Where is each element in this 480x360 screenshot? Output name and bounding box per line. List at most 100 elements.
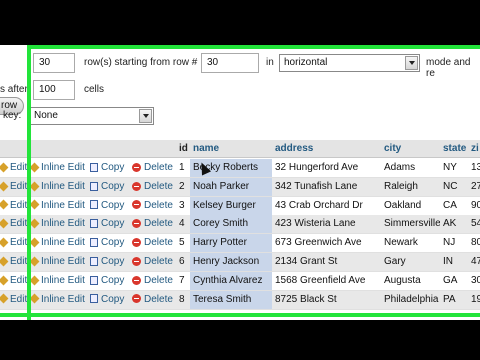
edit-link[interactable]: Edit <box>0 272 27 290</box>
cell-city[interactable]: Simmersville <box>381 215 440 233</box>
copy-link[interactable]: Copy <box>90 197 124 215</box>
column-header-address[interactable]: address <box>272 140 313 158</box>
repeat-cells-input[interactable]: 100 <box>33 80 75 100</box>
cell-zip[interactable]: 80 <box>468 234 480 252</box>
delete-link[interactable]: Delete <box>132 159 173 177</box>
cell-zip[interactable]: 54 <box>468 215 480 233</box>
pencil-icon <box>29 294 40 304</box>
cell-name[interactable]: Cynthia Alvarez <box>190 271 272 290</box>
table-row: Edit Inline Edit Copy Delete 4 Corey Smith 423… <box>0 215 480 235</box>
edit-link[interactable]: Edit <box>0 197 27 215</box>
cell-state[interactable]: NC <box>440 178 468 196</box>
pencil-icon <box>29 162 40 173</box>
inline-edit-link[interactable]: Inline Edit <box>29 234 85 252</box>
cell-city[interactable]: Newark <box>381 234 440 252</box>
table-row: Edit Inline Edit Copy Delete 8 Teresa Smith 87… <box>0 290 480 310</box>
edit-link[interactable]: Edit <box>0 291 27 309</box>
copy-label: Copy <box>101 293 125 305</box>
cell-city[interactable]: Augusta <box>381 272 440 290</box>
cell-city[interactable]: Raleigh <box>381 178 440 196</box>
cell-address[interactable]: 423 Wisteria Lane <box>272 215 381 233</box>
delete-link[interactable]: Delete <box>132 234 173 252</box>
table-row: Edit Inline Edit Copy Delete 5 Harry Potter 67… <box>0 234 480 254</box>
delete-link[interactable]: Delete <box>132 291 173 309</box>
cell-name[interactable]: Corey Smith <box>190 215 272 234</box>
cell-state[interactable]: NY <box>440 159 468 177</box>
cell-zip[interactable]: 30 <box>468 272 480 290</box>
delete-link[interactable]: Delete <box>132 178 173 196</box>
cell-zip[interactable]: 19 <box>468 291 480 309</box>
inline-edit-link[interactable]: Inline Edit <box>29 215 85 233</box>
column-header-name[interactable]: name <box>190 140 219 158</box>
cell-city[interactable]: Philadelphia <box>381 291 440 309</box>
cell-state[interactable]: IN <box>440 253 468 271</box>
inline-edit-link[interactable]: Inline Edit <box>29 197 85 215</box>
mode-select[interactable]: horizontal <box>279 54 420 72</box>
copy-link[interactable]: Copy <box>90 253 124 271</box>
table-row: Edit Inline Edit Copy Delete 1 Becky Roberts 3… <box>0 159 480 178</box>
edit-link[interactable]: Edit <box>0 215 27 233</box>
pencil-icon <box>0 181 9 192</box>
delete-link[interactable]: Delete <box>132 197 173 215</box>
copy-link[interactable]: Copy <box>90 215 124 233</box>
cell-address[interactable]: 43 Crab Orchard Dr <box>272 197 381 215</box>
chevron-down-icon[interactable] <box>139 109 152 123</box>
delete-link[interactable]: Delete <box>132 253 173 271</box>
cell-zip[interactable]: 27 <box>468 178 480 196</box>
cell-address[interactable]: 32 Hungerford Ave <box>272 159 381 177</box>
cell-name[interactable]: Harry Potter <box>190 234 272 253</box>
column-header-zip[interactable]: zi <box>468 140 479 158</box>
copy-link[interactable]: Copy <box>90 291 124 309</box>
delete-link[interactable]: Delete <box>132 272 173 290</box>
delete-icon <box>132 238 141 248</box>
cell-name[interactable]: Kelsey Burger <box>190 196 272 215</box>
rows-count-input[interactable]: 30 <box>33 53 75 73</box>
column-header-state[interactable]: state <box>440 140 466 158</box>
cell-state[interactable]: CA <box>440 197 468 215</box>
copy-link[interactable]: Copy <box>90 272 124 290</box>
chevron-down-icon[interactable] <box>405 56 418 70</box>
cell-state[interactable]: AK <box>440 215 468 233</box>
edit-link[interactable]: Edit <box>0 234 27 252</box>
inline-edit-link[interactable]: Inline Edit <box>29 272 85 290</box>
inline-edit-link[interactable]: Inline Edit <box>29 178 85 196</box>
cell-city[interactable]: Gary <box>381 253 440 271</box>
column-header-id[interactable]: id <box>176 140 188 158</box>
cell-name[interactable]: Teresa Smith <box>190 290 272 309</box>
cell-state[interactable]: GA <box>440 272 468 290</box>
edit-link[interactable]: Edit <box>0 159 27 177</box>
cell-zip[interactable]: 90 <box>468 197 480 215</box>
inline-edit-link[interactable]: Inline Edit <box>29 291 85 309</box>
copy-link[interactable]: Copy <box>90 178 124 196</box>
delete-label: Delete <box>144 293 173 305</box>
sort-key-select[interactable]: None <box>29 107 154 125</box>
cell-address[interactable]: 1568 Greenfield Ave <box>272 272 381 290</box>
cell-id: 6 <box>179 256 185 267</box>
copy-link[interactable]: Copy <box>90 234 124 252</box>
delete-icon <box>132 162 141 172</box>
edit-link[interactable]: Edit <box>0 253 27 271</box>
pencil-icon <box>0 162 9 173</box>
inline-edit-link[interactable]: Inline Edit <box>29 253 85 271</box>
cell-city[interactable]: Adams <box>381 159 440 177</box>
mode-label: mode and re <box>426 57 471 79</box>
cell-address[interactable]: 2134 Grant St <box>272 253 381 271</box>
start-row-input[interactable]: 30 <box>201 53 259 73</box>
inline-edit-link[interactable]: Inline Edit <box>29 159 85 177</box>
cell-zip[interactable]: 47 <box>468 253 480 271</box>
cell-state[interactable]: NJ <box>440 234 468 252</box>
cell-address[interactable]: 342 Tunafish Lane <box>272 178 381 196</box>
cell-name[interactable]: Noah Parker <box>190 177 272 196</box>
cell-zip[interactable]: 13 <box>468 159 480 177</box>
cell-address[interactable]: 8725 Black St <box>272 291 381 309</box>
copy-link[interactable]: Copy <box>90 159 124 177</box>
cell-name[interactable]: Henry Jackson <box>190 253 272 271</box>
delete-link[interactable]: Delete <box>132 215 173 233</box>
column-header-city[interactable]: city <box>381 140 401 158</box>
cell-city[interactable]: Oakland <box>381 197 440 215</box>
cell-state[interactable]: PA <box>440 291 468 309</box>
pencil-icon <box>0 275 9 286</box>
edit-link[interactable]: Edit <box>0 178 27 196</box>
cell-address[interactable]: 673 Greenwich Ave <box>272 234 381 252</box>
delete-label: Delete <box>144 256 173 267</box>
